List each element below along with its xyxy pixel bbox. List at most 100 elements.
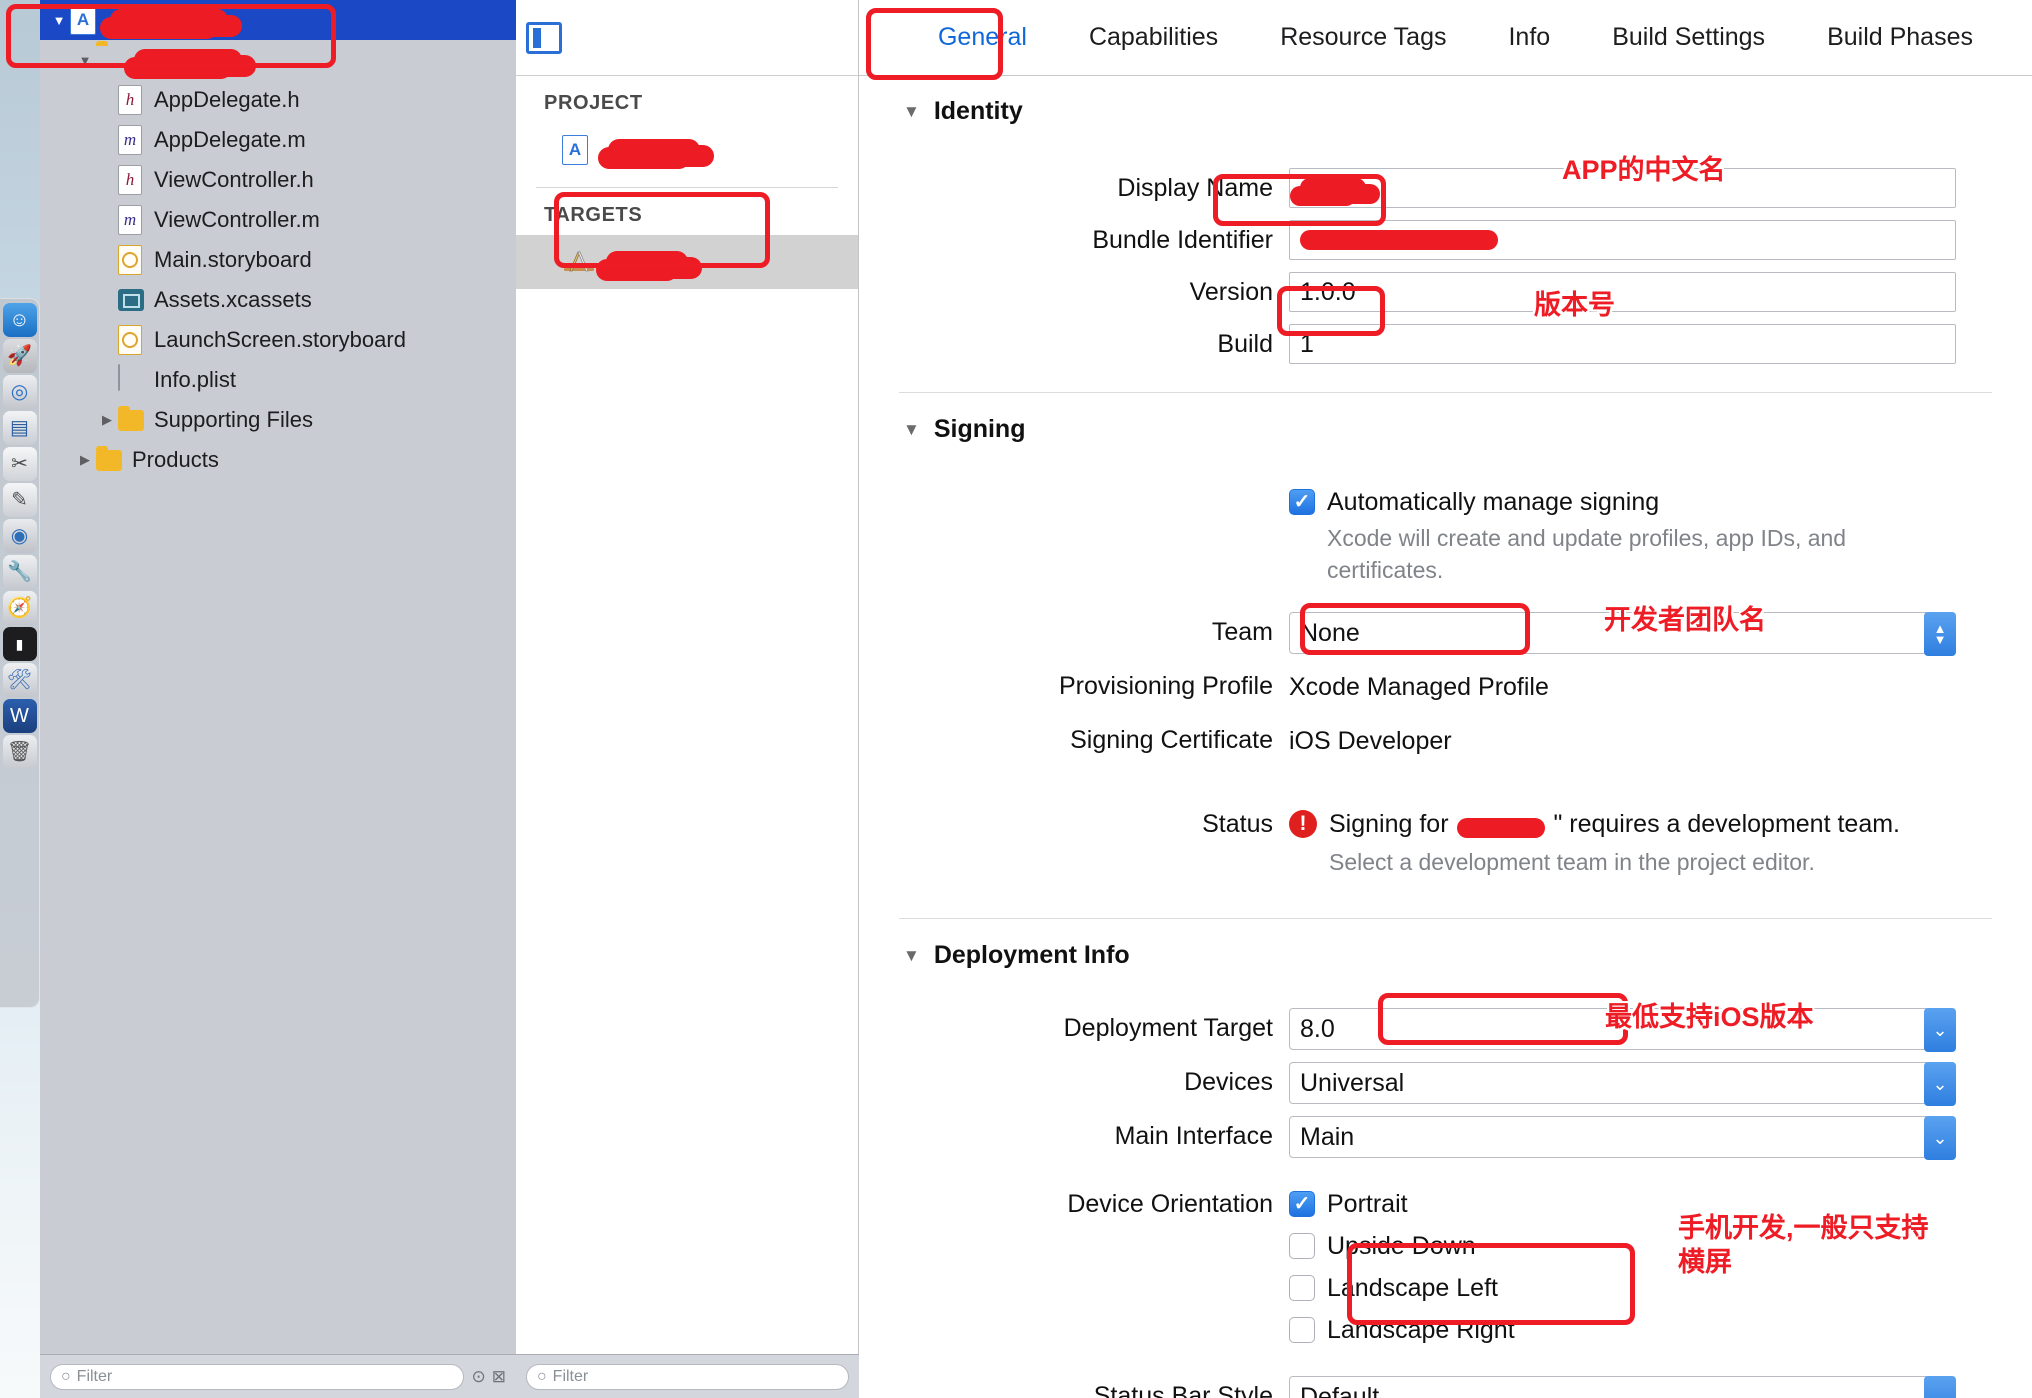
annotation-display-name: APP的中文名: [1562, 155, 1726, 185]
version-control[interactable]: 1.0.0: [1289, 272, 2032, 312]
chevron-right-icon[interactable]: ▶: [96, 412, 118, 428]
project-navigator[interactable]: ▼ A ▼ h AppDelegate.h m AppDelegate.m h …: [40, 0, 516, 1398]
team-row: Team None ▲ ▼: [859, 606, 2032, 660]
project-list-item[interactable]: A: [516, 123, 858, 177]
status-bar-style-control[interactable]: Default ⌄: [1289, 1376, 2032, 1398]
wrench-icon[interactable]: 🔧: [2, 555, 37, 589]
project-targets-pane[interactable]: PROJECT A TARGETS ○ Filter: [516, 0, 859, 1398]
project-navigator-list[interactable]: ▼ A ▼ h AppDelegate.h m AppDelegate.m h …: [40, 0, 516, 480]
main-interface-row: Main Interface Main ⌄: [859, 1110, 2032, 1164]
status-bar-style-row: Status Bar Style Default ⌄: [859, 1370, 2032, 1398]
navigator-filter-input[interactable]: ○ Filter: [50, 1363, 464, 1390]
orientation-landscape-right-row[interactable]: Landscape Right: [1289, 1310, 1956, 1350]
project-pane-filter-bar[interactable]: ○ Filter: [516, 1354, 859, 1398]
safari-icon[interactable]: ◎: [2, 375, 37, 409]
storyboard-icon: [118, 245, 144, 275]
disclosure-triangle-icon[interactable]: ▼: [903, 102, 920, 122]
orientation-upside-down-checkbox[interactable]: [1289, 1233, 1315, 1259]
tab-resource-tags[interactable]: Resource Tags: [1280, 23, 1446, 52]
team-stepper-icon[interactable]: ▲ ▼: [1924, 612, 1956, 656]
filter-sourcecontrol-icon[interactable]: ⊠: [492, 1367, 506, 1387]
navigator-row-viewcontroller-m[interactable]: m ViewController.m: [40, 200, 516, 240]
navigator-filter-bar[interactable]: ○ Filter ⊙ ⊠: [40, 1354, 516, 1398]
navigator-item-label: Info.plist: [154, 367, 236, 392]
scissors-icon[interactable]: ✂: [2, 447, 37, 481]
navigator-row-viewcontroller-h[interactable]: h ViewController.h: [40, 160, 516, 200]
redacted-project-name: [110, 9, 228, 31]
build-input[interactable]: 1: [1289, 324, 1956, 364]
chevron-down-icon[interactable]: ▼: [74, 53, 96, 68]
tab-capabilities[interactable]: Capabilities: [1089, 23, 1218, 52]
editor-content[interactable]: ▼ Identity Display Name Bundle Identifie…: [859, 77, 2032, 1398]
navigator-row-project[interactable]: ▼ A: [40, 0, 516, 40]
chevron-down-icon[interactable]: ⌄: [1924, 1116, 1956, 1160]
auto-manage-signing-checkbox[interactable]: [1289, 489, 1315, 515]
navigator-row-group[interactable]: ▼: [40, 40, 516, 80]
notes-icon[interactable]: ✎: [2, 483, 37, 517]
bundle-identifier-input[interactable]: [1289, 220, 1956, 260]
word-icon[interactable]: W: [2, 699, 37, 733]
safari-alt-icon[interactable]: 🧭: [2, 591, 37, 625]
team-value: None: [1300, 618, 1360, 647]
orientation-landscape-right-label: Landscape Right: [1327, 1316, 1515, 1344]
orientation-landscape-left-checkbox[interactable]: [1289, 1275, 1315, 1301]
navigator-row-main-storyboard[interactable]: Main.storyboard: [40, 240, 516, 280]
editor-tab-bar[interactable]: General Capabilities Resource Tags Info …: [859, 0, 2032, 76]
compass-icon[interactable]: ◉: [2, 519, 37, 553]
tab-build-settings[interactable]: Build Settings: [1612, 23, 1765, 52]
signing-section-header[interactable]: ▼ Signing: [859, 393, 2032, 450]
main-interface-control[interactable]: Main ⌄: [1289, 1116, 2032, 1160]
navigator-toggle-icon[interactable]: [526, 21, 562, 54]
deployment-section-header[interactable]: ▼ Deployment Info: [859, 919, 2032, 976]
navigator-row-appdelegate-h[interactable]: h AppDelegate.h: [40, 80, 516, 120]
disclosure-triangle-icon[interactable]: ▼: [903, 420, 920, 440]
target-app-icon: [562, 247, 596, 277]
terminal-icon[interactable]: ▮: [2, 627, 37, 661]
project-pane-filter-input[interactable]: ○ Filter: [526, 1363, 849, 1390]
chevron-down-icon[interactable]: ▼: [48, 13, 70, 28]
disclosure-triangle-icon[interactable]: ▼: [903, 946, 920, 966]
navigator-row-info-plist[interactable]: Info.plist: [40, 360, 516, 400]
signing-certificate-control: iOS Developer: [1289, 720, 2032, 762]
navigator-row-assets-xcassets[interactable]: Assets.xcassets: [40, 280, 516, 320]
navigator-row-launchscreen-storyboard[interactable]: LaunchScreen.storyboard: [40, 320, 516, 360]
xcodeproj-icon: A: [70, 5, 96, 35]
devices-control[interactable]: Universal ⌄: [1289, 1062, 2032, 1106]
chevron-down-icon[interactable]: ⌄: [1924, 1008, 1956, 1052]
tab-build-phases[interactable]: Build Phases: [1827, 23, 1973, 52]
build-control[interactable]: 1: [1289, 324, 2032, 364]
main-interface-select[interactable]: Main ⌄: [1289, 1116, 1956, 1160]
status-bar-style-select[interactable]: Default ⌄: [1289, 1376, 1956, 1398]
mail-icon[interactable]: ▤: [2, 411, 37, 445]
tab-general[interactable]: General: [938, 23, 1027, 52]
orientation-landscape-right-checkbox[interactable]: [1289, 1317, 1315, 1343]
filter-recent-icon[interactable]: ⊙: [472, 1367, 486, 1387]
team-label: Team: [1211, 618, 1273, 646]
auto-manage-signing-control[interactable]: Automatically manage signing Xcode will …: [1289, 482, 2032, 586]
target-list-item[interactable]: [516, 235, 858, 289]
navigator-row-supporting-files[interactable]: ▶ Supporting Files: [40, 400, 516, 440]
targets-heading: TARGETS: [544, 204, 643, 226]
orientation-portrait-checkbox[interactable]: [1289, 1191, 1315, 1217]
version-input[interactable]: 1.0.0: [1289, 272, 1956, 312]
identity-section-header[interactable]: ▼ Identity: [859, 77, 2032, 132]
chevron-down-icon[interactable]: ⌄: [1924, 1376, 1956, 1398]
signing-certificate-label: Signing Certificate: [1070, 726, 1273, 754]
tab-info[interactable]: Info: [1508, 23, 1550, 52]
project-editor[interactable]: General Capabilities Resource Tags Info …: [859, 0, 2032, 1398]
chevron-right-icon[interactable]: ▶: [74, 452, 96, 468]
tool-icon[interactable]: 🛠: [2, 663, 37, 697]
launchpad-icon[interactable]: 🚀: [2, 339, 37, 373]
macos-dock[interactable]: ☺ 🚀 ◎ ▤ ✂ ✎ ◉ 🔧 🧭 ▮ 🛠 W 🗑: [0, 298, 40, 1008]
trash-icon[interactable]: 🗑: [2, 735, 37, 769]
bundle-identifier-control[interactable]: [1289, 220, 2032, 260]
navigator-row-appdelegate-m[interactable]: m AppDelegate.m: [40, 120, 516, 160]
chevron-down-icon[interactable]: ⌄: [1924, 1062, 1956, 1106]
finder-icon[interactable]: ☺: [2, 303, 37, 337]
navigator-row-products[interactable]: ▶ Products: [40, 440, 516, 480]
devices-label: Devices: [1184, 1068, 1273, 1096]
signing-certificate-row: Signing Certificate iOS Developer: [859, 714, 2032, 768]
devices-select[interactable]: Universal ⌄: [1289, 1062, 1956, 1106]
auto-manage-signing-checkbox-row[interactable]: Automatically manage signing Xcode will …: [1289, 482, 1956, 586]
status-bar-style-label: Status Bar Style: [1093, 1382, 1273, 1398]
